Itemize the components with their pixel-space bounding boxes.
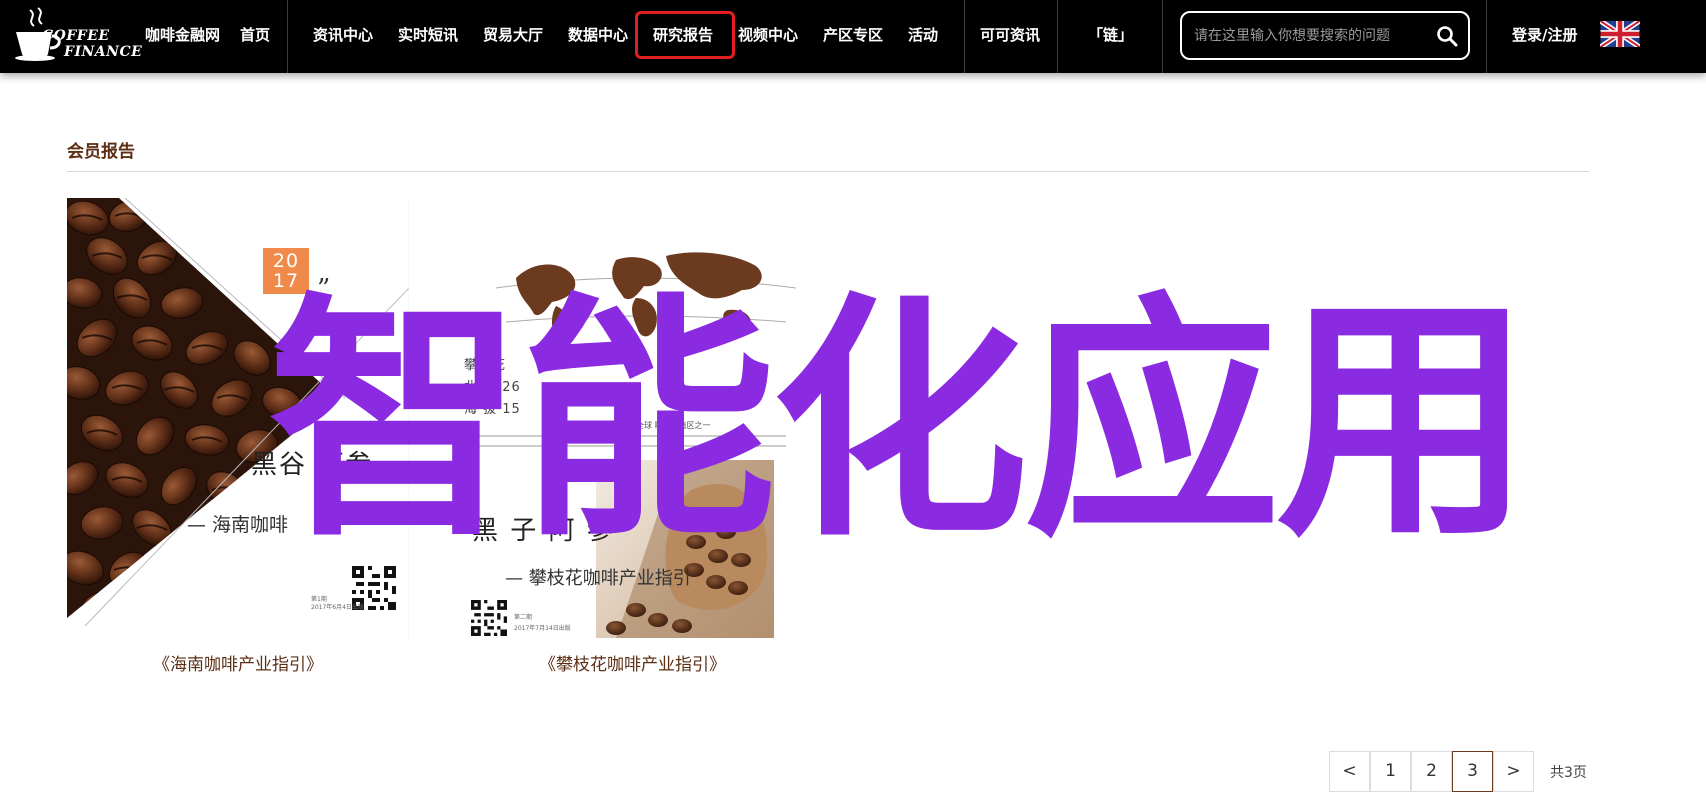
overlay-watermark-text: 智能化应用 (268, 273, 1532, 571)
qr-code-icon (471, 600, 507, 636)
nav-item-research-reports[interactable]: 研究报告 (653, 0, 713, 73)
nav-item-cocoa-news[interactable]: 可可资讯 (980, 0, 1040, 73)
qr-caption-date: 2017年7月14日出版 (514, 625, 571, 632)
nav-site-name[interactable]: 咖啡金融网 (145, 0, 220, 73)
logo-text-finance: FINANCE (64, 44, 143, 60)
nav-separator (1486, 0, 1487, 73)
qr-caption-issue: 第二期 (514, 614, 533, 621)
coffee-finance-logo[interactable]: COFFEE FINANCE (12, 6, 142, 64)
nav-separator (287, 0, 288, 73)
nav-item-data-center[interactable]: 数据中心 (568, 0, 628, 73)
uk-flag-icon[interactable] (1600, 21, 1640, 47)
nav-separator (1057, 0, 1058, 73)
top-nav-bar: COFFEE FINANCE 咖啡金融网 首页 资讯中心 实时短讯 贸易大厅 数… (0, 0, 1706, 73)
search-icon[interactable] (1436, 25, 1458, 47)
year-badge-top: 20 (272, 250, 300, 272)
nav-item-flash-news[interactable]: 实时短讯 (398, 0, 458, 73)
report-caption-panzhihua[interactable]: 《攀枝花咖啡产业指引》 (539, 650, 726, 675)
search-input[interactable] (1194, 21, 1424, 51)
login-register-link[interactable]: 登录/注册 (1512, 0, 1577, 73)
section-divider (67, 171, 1589, 172)
nav-home[interactable]: 首页 (240, 0, 270, 73)
pagination-next-button[interactable]: > (1493, 751, 1534, 792)
pagination-page-3-current[interactable]: 3 (1452, 751, 1493, 792)
nav-item-news-center[interactable]: 资讯中心 (313, 0, 373, 73)
pagination-page-1[interactable]: 1 (1370, 751, 1411, 792)
logo-text-coffee: COFFEE (42, 28, 110, 44)
nav-separator (1162, 0, 1163, 73)
pagination-prev-button[interactable]: < (1329, 751, 1370, 792)
nav-item-origin-zone[interactable]: 产区专区 (823, 0, 883, 73)
nav-item-events[interactable]: 活动 (908, 0, 938, 73)
search-box (1180, 11, 1470, 60)
report-caption-hainan[interactable]: 《海南咖啡产业指引》 (153, 650, 323, 675)
nav-item-video-center[interactable]: 视频中心 (738, 0, 798, 73)
nav-separator (964, 0, 965, 73)
nav-item-chain[interactable]: 「链」 (1088, 0, 1133, 73)
pagination-total-pages: 共3页 (1550, 765, 1587, 781)
nav-item-trade-hall[interactable]: 贸易大厅 (483, 0, 543, 73)
pagination-page-2[interactable]: 2 (1411, 751, 1452, 792)
section-title: 会员报告 (67, 142, 135, 162)
qr-caption-date: 2017年6月4日出版 (311, 604, 364, 611)
